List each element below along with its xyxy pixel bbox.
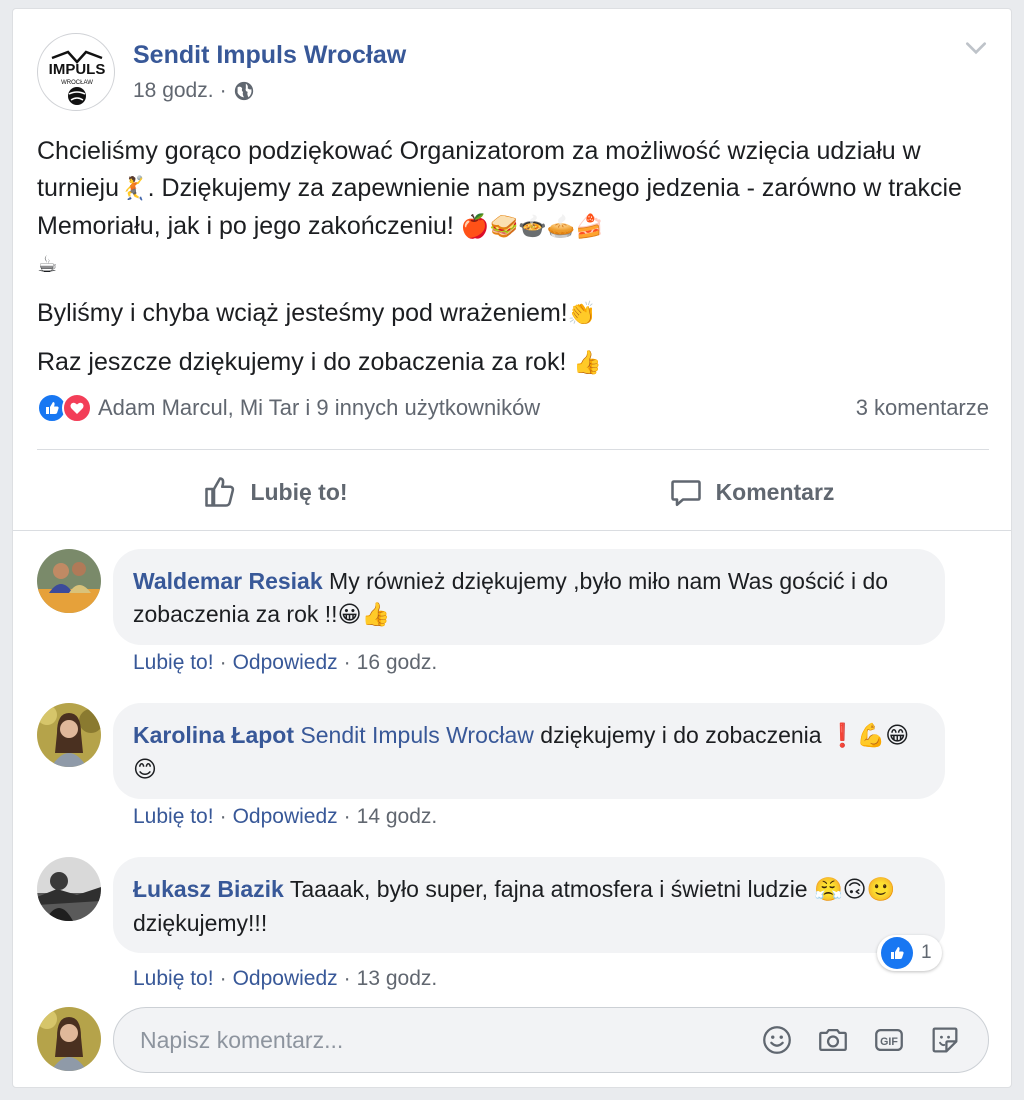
comment-time[interactable]: 14 godz. <box>357 805 438 828</box>
reactions-bar: Adam Marcul, Mi Tar i 9 innych użytkowni… <box>37 393 989 423</box>
reaction-icons[interactable] <box>37 393 92 423</box>
post-paragraph: Byliśmy i chyba wciąż jesteśmy pod wraże… <box>37 299 597 327</box>
comment-time[interactable]: 16 godz. <box>357 651 438 674</box>
comment-reply-link[interactable]: Odpowiedz <box>233 805 338 828</box>
comment-author[interactable]: Łukasz Biazik <box>133 876 284 902</box>
comment-like-link[interactable]: Lubię to! <box>133 805 214 828</box>
comment-reaction-count: 1 <box>921 942 932 963</box>
like-icon <box>881 937 913 969</box>
smiley-icon[interactable] <box>760 1023 794 1057</box>
thumbs-up-icon <box>205 477 235 507</box>
page-name[interactable]: Sendit Impuls Wrocław <box>133 41 406 70</box>
like-button[interactable]: Lubię to! <box>37 461 513 523</box>
comment-like-link[interactable]: Lubię to! <box>133 651 214 674</box>
composer-avatar[interactable] <box>37 1007 101 1071</box>
post-meta: 18 godz. · <box>133 79 255 103</box>
coffee-emoji: ☕ <box>37 252 58 278</box>
avatar[interactable] <box>37 857 101 921</box>
food-emoji: 🍎🥪🍲🥧🍰 <box>460 214 605 240</box>
avatar[interactable] <box>37 703 101 767</box>
comment-emoji: 😤🙃🙂 <box>814 877 896 903</box>
globe-icon[interactable] <box>233 80 255 102</box>
action-bar: Lubię to! Komentarz <box>37 461 989 523</box>
comment-bubble: Waldemar Resiak My również dziękujemy ,b… <box>113 549 945 645</box>
comment-text-end: dziękujemy!!! <box>133 910 268 936</box>
post-text: Chcieliśmy gorąco podziękować Organizato… <box>37 133 982 382</box>
handball-emoji: 🤾 <box>119 176 148 202</box>
comment-input[interactable] <box>138 1025 738 1055</box>
clap-emoji: 👏 <box>567 301 597 327</box>
page-logo[interactable]: IMPULS WROCŁAW <box>37 33 115 111</box>
svg-text:WROCŁAW: WROCŁAW <box>61 80 93 86</box>
post-card: IMPULS WROCŁAW Sendit Impuls Wrocław 18 … <box>12 8 1012 1088</box>
thumbs-up-emoji: 👍 <box>573 350 602 376</box>
comment-mention[interactable]: Sendit Impuls Wrocław <box>300 722 534 748</box>
post-paragraph: Raz jeszcze dziękujemy i do zobaczenia z… <box>37 348 602 376</box>
comment-like-link[interactable]: Lubię to! <box>133 967 214 990</box>
comments-count[interactable]: 3 komentarze <box>856 395 989 421</box>
avatar[interactable] <box>37 549 101 613</box>
svg-text:IMPULS: IMPULS <box>49 61 106 78</box>
composer-icons: GIF <box>738 1023 962 1057</box>
comment-bubble: Karolina Łapot Sendit Impuls Wrocław dzi… <box>113 703 945 799</box>
gif-icon[interactable]: GIF <box>872 1023 906 1057</box>
comment-bubble: Łukasz Biazik Taaaak, było super, fajna … <box>113 857 945 953</box>
comment-reply-link[interactable]: Odpowiedz <box>233 967 338 990</box>
post-time[interactable]: 18 godz. <box>133 79 214 103</box>
comment-composer: GIF <box>113 1007 989 1073</box>
comment-meta: Lubię to! · Odpowiedz · 14 godz. <box>133 805 438 828</box>
like-button-label: Lubię to! <box>250 478 348 505</box>
comment-meta: Lubię to! · Odpowiedz · 16 godz. <box>133 651 438 674</box>
comment-meta: Lubię to! · Odpowiedz · 13 godz. <box>133 967 438 990</box>
comment-text: dziękujemy i do zobaczenia <box>533 722 828 748</box>
comment-emoji: 😀👍 <box>337 602 391 628</box>
svg-text:GIF: GIF <box>880 1036 898 1048</box>
meta-separator: · <box>219 79 227 102</box>
reactions-names[interactable]: Adam Marcul, Mi Tar i 9 innych użytkowni… <box>98 395 540 421</box>
comment-reply-link[interactable]: Odpowiedz <box>233 651 338 674</box>
chevron-down-icon[interactable] <box>963 35 989 61</box>
comment-button[interactable]: Komentarz <box>513 461 989 523</box>
comment-author[interactable]: Waldemar Resiak <box>133 568 323 594</box>
comment-reaction-badge[interactable]: 1 <box>877 935 942 971</box>
divider <box>37 449 989 450</box>
comment-button-label: Komentarz <box>715 478 835 505</box>
sticker-icon[interactable] <box>928 1023 962 1057</box>
camera-icon[interactable] <box>816 1023 850 1057</box>
love-icon <box>62 393 92 423</box>
comment-icon <box>670 480 701 507</box>
post-paragraph: Chcieliśmy gorąco podziękować Organizato… <box>37 137 962 278</box>
comment-text: Taaaak, było super, fajna atmosfera i św… <box>283 876 814 902</box>
comment-author[interactable]: Karolina Łapot <box>133 722 294 748</box>
divider <box>13 530 1011 531</box>
comment-time[interactable]: 13 godz. <box>357 967 438 990</box>
